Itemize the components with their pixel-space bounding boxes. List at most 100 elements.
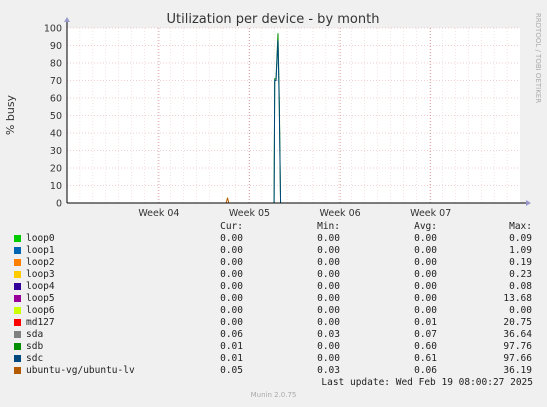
legend-swatch <box>14 367 21 374</box>
legend-swatch <box>14 235 21 242</box>
plot-background <box>67 28 520 203</box>
legend-max-value: 1.09 <box>509 245 532 256</box>
legend-row: loop3 0.00 0.00 0.00 0.23 <box>0 269 547 281</box>
legend-row: sda 0.06 0.03 0.07 36.64 <box>0 329 547 341</box>
legend-name: loop4 <box>26 281 55 292</box>
x-tick-label: Week 07 <box>410 208 451 219</box>
legend-cur-value: 0.00 <box>220 305 243 316</box>
legend-cur-value: 0.00 <box>220 281 243 292</box>
legend-max-value: 0.23 <box>509 269 532 280</box>
legend-row: loop4 0.00 0.00 0.00 0.08 <box>0 281 547 293</box>
legend-cur-value: 0.00 <box>220 257 243 268</box>
legend-min-value: 0.00 <box>317 317 340 328</box>
legend-swatch <box>14 307 21 314</box>
y-tick-label: 60 <box>50 94 62 105</box>
legend-swatch <box>14 295 21 302</box>
legend-max-value: 0.09 <box>509 233 532 244</box>
legend-row: sdc 0.01 0.00 0.61 97.66 <box>0 353 547 365</box>
legend-header: Cur: Min: Avg: Max: <box>0 221 547 233</box>
legend-max-value: 36.64 <box>503 329 532 340</box>
legend-max-value: 20.75 <box>503 317 532 328</box>
chart-area: 0 10 20 30 40 50 60 70 80 90 100 Week 04 Week 05 Week… <box>4 12 542 219</box>
y-tick-label: 20 <box>50 164 62 175</box>
y-axis-label: % busy <box>4 94 17 135</box>
y-tick-label: 70 <box>50 76 62 87</box>
legend-avg-value: 0.00 <box>414 281 437 292</box>
legend-min-value: 0.00 <box>317 257 340 268</box>
legend-cur-value: 0.00 <box>220 293 243 304</box>
legend-cur-value: 0.01 <box>220 353 243 364</box>
legend-max-value: 0.19 <box>509 257 532 268</box>
legend-row: sdb 0.01 0.00 0.60 97.76 <box>0 341 547 353</box>
watermark: RRDTOOL / TOBI OETIKER <box>534 13 542 103</box>
legend-name: sdb <box>26 341 44 352</box>
legend-name: loop0 <box>26 233 55 244</box>
header-min: Min: <box>317 221 340 232</box>
legend-max-value: 97.76 <box>503 341 532 352</box>
legend-row: loop5 0.00 0.00 0.00 13.68 <box>0 293 547 305</box>
x-tick-label: Week 05 <box>229 208 270 219</box>
legend-name: loop3 <box>26 269 55 280</box>
legend-min-value: 0.00 <box>317 281 340 292</box>
legend-cur-value: 0.00 <box>220 317 243 328</box>
legend-max-value: 97.66 <box>503 353 532 364</box>
legend-min-value: 0.00 <box>317 293 340 304</box>
legend-name: ubuntu-vg/ubuntu-lv <box>26 365 135 376</box>
legend-avg-value: 0.00 <box>414 293 437 304</box>
legend-row: loop1 0.00 0.00 0.00 1.09 <box>0 245 547 257</box>
legend-avg-value: 0.00 <box>414 257 437 268</box>
legend-name: sda <box>26 329 44 340</box>
legend-name: loop5 <box>26 293 55 304</box>
header-max: Max: <box>509 221 532 232</box>
legend-min-value: 0.03 <box>317 329 340 340</box>
legend-swatch <box>14 247 21 254</box>
legend-min-value: 0.03 <box>317 365 340 376</box>
x-tick-label: Week 04 <box>138 208 179 219</box>
legend-cur-value: 0.00 <box>220 233 243 244</box>
legend-avg-value: 0.00 <box>414 245 437 256</box>
legend-avg-value: 0.06 <box>414 365 437 376</box>
legend-swatch <box>14 319 21 326</box>
legend-name: loop6 <box>26 305 55 316</box>
legend-swatch <box>14 271 21 278</box>
legend-name: sdc <box>26 353 44 364</box>
legend-max-value: 0.08 <box>509 281 532 292</box>
legend-name: md127 <box>26 317 55 328</box>
legend-min-value: 0.00 <box>317 233 340 244</box>
header-cur: Cur: <box>220 221 243 232</box>
legend-row: md127 0.00 0.00 0.01 20.75 <box>0 317 547 329</box>
legend-swatch <box>14 283 21 290</box>
x-tick-label: Week 06 <box>320 208 361 219</box>
legend-avg-value: 0.00 <box>414 233 437 244</box>
legend-row: loop6 0.00 0.00 0.00 0.00 <box>0 305 547 317</box>
footer-version: Munin 2.0.75 <box>250 391 297 399</box>
legend-avg-value: 0.01 <box>414 317 437 328</box>
last-update: Last update: Wed Feb 19 08:00:27 2025 <box>321 377 533 388</box>
legend-swatch <box>14 259 21 266</box>
y-tick-label: 10 <box>50 181 62 192</box>
chart-title: Utilization per device - by month <box>167 12 380 27</box>
legend-swatch <box>14 355 21 362</box>
legend-row: ubuntu-vg/ubuntu-lv 0.05 0.03 0.06 36.19 <box>0 365 547 377</box>
legend-cur-value: 0.05 <box>220 365 243 376</box>
legend-cur-value: 0.01 <box>220 341 243 352</box>
legend-cur-value: 0.06 <box>220 329 243 340</box>
y-tick-label: 40 <box>50 129 62 140</box>
legend-row: loop0 0.00 0.00 0.00 0.09 <box>0 233 547 245</box>
legend-name: loop2 <box>26 257 55 268</box>
legend-min-value: 0.00 <box>317 353 340 364</box>
y-tick-label: 0 <box>56 199 62 210</box>
legend-name: loop1 <box>26 245 55 256</box>
legend-max-value: 13.68 <box>503 293 532 304</box>
header-avg: Avg: <box>414 221 437 232</box>
legend-swatch <box>14 331 21 338</box>
y-axis-arrow <box>64 17 70 22</box>
legend-min-value: 0.00 <box>317 269 340 280</box>
legend-max-value: 0.00 <box>509 305 532 316</box>
legend-avg-value: 0.07 <box>414 329 437 340</box>
legend-min-value: 0.00 <box>317 245 340 256</box>
legend-max-value: 36.19 <box>503 365 532 376</box>
legend-cur-value: 0.00 <box>220 245 243 256</box>
legend-min-value: 0.00 <box>317 305 340 316</box>
y-tick-label: 50 <box>50 111 62 122</box>
